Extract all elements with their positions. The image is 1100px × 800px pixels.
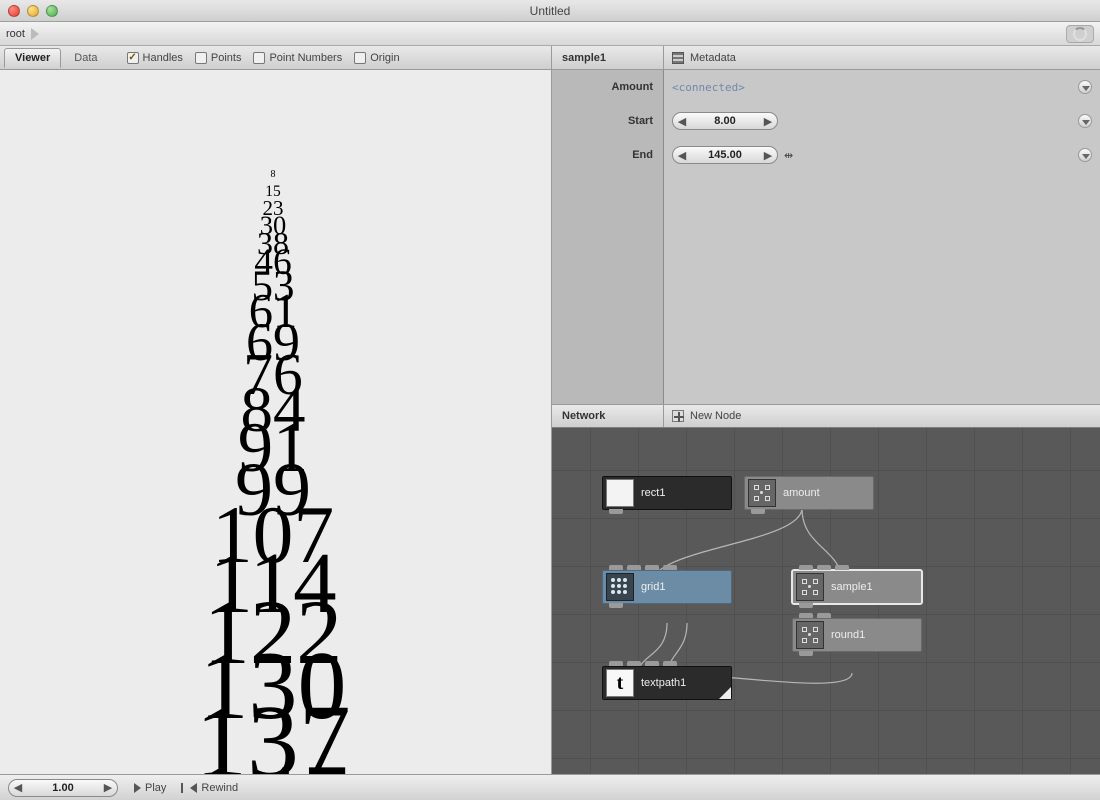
param-value-start[interactable]: ◀ 8.00 ▶: [664, 104, 1100, 138]
chevron-right-icon: [31, 28, 39, 40]
network-tabbar: Network New Node: [552, 404, 1100, 428]
param-label-amount: Amount: [552, 70, 663, 104]
chevron-down-icon[interactable]: [1078, 148, 1092, 162]
arrow-right-icon[interactable]: ▶: [99, 779, 117, 797]
inspector-metadata-tab[interactable]: Metadata: [664, 46, 736, 69]
checkbox-icon: [253, 52, 265, 64]
breadcrumb-root[interactable]: root: [6, 28, 39, 40]
network-canvas[interactable]: rect1 amount grid1 sample1: [552, 428, 1100, 774]
arrow-right-icon[interactable]: ▶: [759, 146, 777, 164]
playback-bar: ◀ 1.00 ▶ Play Rewind: [0, 774, 1100, 800]
plus-icon: [672, 410, 684, 422]
viewer-tabbar: Viewer Data Handles Points Point Numbers…: [0, 46, 551, 70]
param-label-start: Start: [552, 104, 663, 138]
checkbox-icon: [195, 52, 207, 64]
rewind-icon: [190, 783, 197, 793]
text-icon: t: [606, 669, 634, 697]
frame-spinner[interactable]: ◀ 1.00 ▶: [8, 779, 118, 797]
arrow-left-icon[interactable]: ◀: [9, 779, 27, 797]
tab-data[interactable]: Data: [63, 48, 108, 68]
viewer-number: 8: [271, 170, 276, 180]
node-rect1[interactable]: rect1: [602, 476, 732, 510]
play-icon: [134, 783, 141, 793]
number-icon: [748, 479, 776, 507]
check-points[interactable]: Points: [195, 52, 242, 64]
new-node-button[interactable]: New Node: [664, 405, 741, 427]
end-spinner[interactable]: ◀ 145.00 ▶: [672, 146, 778, 164]
tab-network[interactable]: Network: [552, 405, 664, 427]
checkbox-icon: [354, 52, 366, 64]
node-textpath1[interactable]: t textpath1: [602, 666, 732, 700]
metadata-icon: [672, 52, 684, 64]
arrow-left-icon[interactable]: ◀: [673, 112, 691, 130]
breadcrumb-label: root: [6, 28, 25, 40]
rewind-button[interactable]: Rewind: [182, 780, 246, 796]
chevron-down-icon[interactable]: [1078, 80, 1092, 94]
window-title: Untitled: [0, 4, 1100, 18]
render-flag-icon: [719, 687, 731, 699]
arrow-right-icon[interactable]: ▶: [759, 112, 777, 130]
node-round1[interactable]: round1: [792, 618, 922, 652]
node-grid1[interactable]: grid1: [602, 570, 732, 604]
inspector-body: Amount Start End <connected> ◀ 8.00 ▶: [552, 70, 1100, 404]
number-icon: [796, 573, 824, 601]
node-amount[interactable]: amount: [744, 476, 874, 510]
check-origin[interactable]: Origin: [354, 52, 399, 64]
drag-handle-icon[interactable]: ⇹: [784, 149, 793, 162]
breadcrumb-bar: root: [0, 22, 1100, 46]
start-spinner[interactable]: ◀ 8.00 ▶: [672, 112, 778, 130]
param-value-end[interactable]: ◀ 145.00 ▶ ⇹: [664, 138, 1100, 172]
grid-icon: [606, 573, 634, 601]
check-handles[interactable]: Handles: [127, 52, 183, 64]
number-icon: [796, 621, 824, 649]
rect-icon: [606, 479, 634, 507]
play-button[interactable]: Play: [126, 780, 174, 796]
viewer-canvas[interactable]: 8152330384653616976849199107114122130137…: [0, 70, 551, 774]
param-label-end: End: [552, 138, 663, 172]
viewer-number: 145: [191, 748, 355, 774]
chevron-down-icon[interactable]: [1078, 114, 1092, 128]
checkbox-icon: [127, 52, 139, 64]
tab-viewer[interactable]: Viewer: [4, 48, 61, 68]
activity-indicator: [1066, 25, 1094, 43]
arrow-left-icon[interactable]: ◀: [673, 146, 691, 164]
check-point-numbers[interactable]: Point Numbers: [253, 52, 342, 64]
param-value-amount[interactable]: <connected>: [664, 70, 1100, 104]
inspector-tabbar: sample1 Metadata: [552, 46, 1100, 70]
titlebar: Untitled: [0, 0, 1100, 22]
inspector-node-tab[interactable]: sample1: [552, 46, 664, 69]
node-sample1[interactable]: sample1: [792, 570, 922, 604]
